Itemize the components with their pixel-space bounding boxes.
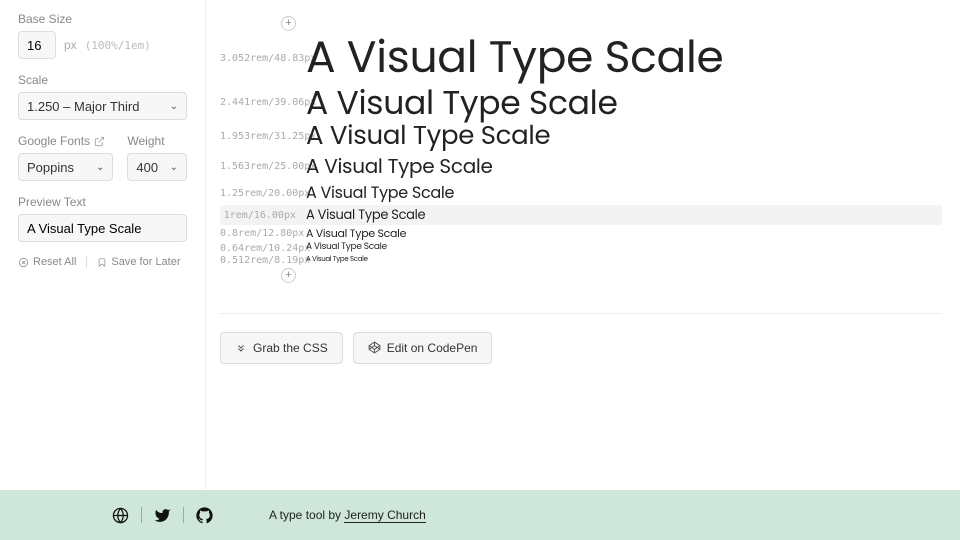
scale-row: 1.563rem/25.00pxA Visual Type Scale (220, 151, 942, 181)
divider (86, 256, 87, 268)
scale-row-sample: A Visual Type Scale (306, 181, 454, 205)
scale-row: 3.052rem/48.83pxA Visual Type Scale (220, 33, 942, 84)
scale-row-sample: A Visual Type Scale (306, 84, 618, 122)
credit-text: A type tool by Jeremy Church (269, 508, 426, 522)
font-value: Poppins (27, 160, 74, 175)
github-icon[interactable] (196, 507, 213, 524)
scale-row: 0.512rem/8.19pxA Visual Type Scale (220, 255, 942, 266)
scale-row: 0.8rem/12.80pxA Visual Type Scale (220, 225, 942, 242)
twitter-icon[interactable] (154, 507, 171, 524)
edit-on-codepen-button[interactable]: Edit on CodePen (353, 332, 493, 364)
weight-select[interactable]: 400 ⌄ (127, 153, 187, 181)
scale-row-meta: 0.512rem/8.19px (220, 255, 306, 266)
scale-row-meta: 1.563rem/25.00px (220, 161, 306, 172)
scale-row: 2.441rem/39.06pxA Visual Type Scale (220, 84, 942, 122)
base-size-unit: px (64, 38, 77, 52)
chevron-down-icon: ⌄ (170, 162, 178, 173)
base-size-label: Base Size (18, 12, 187, 26)
scale-field: Scale 1.250 – Major Third ⌄ (18, 73, 187, 120)
scale-label: Scale (18, 73, 187, 87)
scale-row-sample: A Visual Type Scale (306, 205, 425, 225)
weight-value: 400 (136, 160, 158, 175)
reset-all-button[interactable]: Reset All (18, 256, 76, 268)
scale-row: 1.953rem/31.25pxA Visual Type Scale (220, 122, 942, 152)
social-links (112, 507, 213, 524)
external-link-icon[interactable] (94, 136, 105, 147)
preview-text-field: Preview Text (18, 195, 187, 242)
preview-text-input[interactable] (18, 214, 187, 242)
weight-label: Weight (127, 134, 187, 148)
main-panel: + 3.052rem/48.83pxA Visual Type Scale2.4… (206, 0, 960, 540)
preview-text-label: Preview Text (18, 195, 187, 209)
sidebar-actions: Reset All Save for Later (18, 256, 187, 268)
codepen-icon (368, 341, 381, 354)
footer: A type tool by Jeremy Church (0, 490, 960, 540)
scale-row-meta: 2.441rem/39.06px (220, 97, 306, 108)
scale-row: 0.64rem/10.24pxA Visual Type Scale (220, 241, 942, 255)
scale-row-sample: A Visual Type Scale (306, 255, 368, 266)
chevron-down-icon: ⌄ (170, 101, 178, 112)
scale-row-sample: A Visual Type Scale (306, 33, 723, 84)
base-size-input[interactable] (18, 31, 56, 59)
divider (220, 313, 942, 314)
sidebar: Base Size px (100%/1em) Scale 1.250 – Ma… (0, 0, 206, 540)
scale-row-meta: 1.953rem/31.25px (220, 131, 306, 142)
globe-icon[interactable] (112, 507, 129, 524)
scale-row-meta: 1rem/16.00px (220, 210, 306, 221)
scale-value: 1.250 – Major Third (27, 99, 140, 114)
scale-row-meta: 0.64rem/10.24px (220, 243, 306, 254)
add-smaller-step-button[interactable]: + (281, 268, 296, 283)
author-link[interactable]: Jeremy Church (344, 508, 425, 523)
scale-row-meta: 0.8rem/12.80px (220, 228, 306, 239)
chevron-down-icon: ⌄ (96, 162, 104, 173)
font-select[interactable]: Poppins ⌄ (18, 153, 113, 181)
scale-row-meta: 3.052rem/48.83px (220, 53, 306, 64)
scale-row-sample: A Visual Type Scale (306, 151, 493, 181)
save-for-later-button[interactable]: Save for Later (97, 256, 180, 268)
scale-row: 1rem/16.00pxA Visual Type Scale (220, 205, 942, 225)
divider (141, 507, 142, 523)
scale-row-meta: 1.25rem/20.00px (220, 188, 306, 199)
type-scale-preview: 3.052rem/48.83pxA Visual Type Scale2.441… (220, 33, 942, 266)
divider (183, 507, 184, 523)
add-larger-step-button[interactable]: + (281, 16, 296, 31)
google-fonts-label: Google Fonts (18, 134, 90, 148)
reset-icon (18, 257, 29, 268)
font-field: Google Fonts Poppins ⌄ (18, 134, 113, 181)
base-size-hint: (100%/1em) (85, 39, 151, 52)
scale-select[interactable]: 1.250 – Major Third ⌄ (18, 92, 187, 120)
bookmark-icon (97, 257, 107, 268)
scale-row: 1.25rem/20.00pxA Visual Type Scale (220, 181, 942, 205)
grab-css-button[interactable]: Grab the CSS (220, 332, 343, 364)
scale-row-sample: A Visual Type Scale (306, 122, 550, 152)
chevrons-down-icon (235, 342, 247, 354)
scale-row-sample: A Visual Type Scale (306, 241, 387, 255)
base-size-field: Base Size px (100%/1em) (18, 12, 187, 59)
weight-field: Weight 400 ⌄ (127, 134, 187, 181)
scale-row-sample: A Visual Type Scale (306, 225, 406, 242)
